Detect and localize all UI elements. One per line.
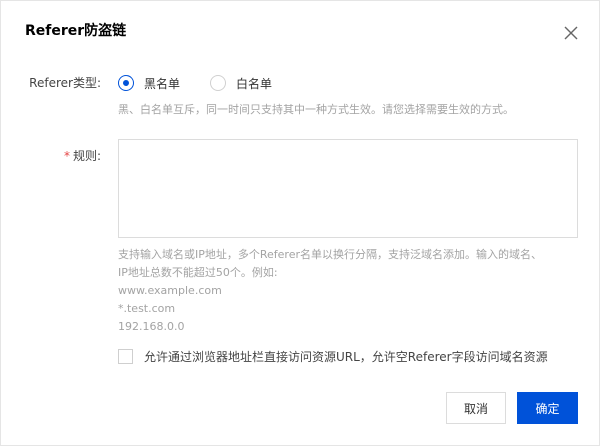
close-icon [564, 26, 578, 40]
rules-textarea[interactable] [118, 139, 578, 238]
rules-label-wrap: * 规则: [21, 147, 101, 165]
close-button[interactable] [563, 25, 579, 41]
dialog-title: Referer防盗链 [25, 23, 127, 39]
rules-hint-line: 支持输入域名或IP地址，多个Referer名单以换行分隔，支持泛域名添加。输入的… [118, 248, 543, 261]
allow-empty-referer-label: 允许通过浏览器地址栏直接访问资源URL，允许空Referer字段访问域名资源 [144, 349, 548, 364]
radio-blacklist-circle[interactable] [118, 75, 134, 91]
allow-empty-referer[interactable]: 允许通过浏览器地址栏直接访问资源URL，允许空Referer字段访问域名资源 [118, 347, 548, 365]
radio-blacklist-label: 黑名单 [144, 76, 181, 91]
rules-hint-example: www.example.com [118, 284, 222, 297]
radio-whitelist[interactable]: 白名单 [210, 74, 272, 92]
required-mark: * [63, 149, 70, 163]
confirm-button[interactable]: 确定 [517, 392, 578, 424]
rules-hint-example: 192.168.0.0 [118, 320, 185, 333]
allow-empty-referer-checkbox[interactable] [118, 348, 133, 364]
radio-whitelist-circle[interactable] [210, 75, 226, 91]
rules-hint-line: IP地址总数不能超过50个。例如: [118, 266, 278, 279]
referer-type-label: Referer类型: [29, 76, 101, 90]
rules-label: 规则: [72, 149, 101, 163]
radio-whitelist-label: 白名单 [236, 76, 273, 91]
referer-dialog: Referer防盗链 Referer类型: 黑名单 白名单 黑、白名单互斥，同一… [0, 0, 600, 446]
radio-blacklist[interactable]: 黑名单 [118, 74, 180, 92]
referer-type-hint: 黑、白名单互斥，同一时间只支持其中一种方式生效。请您选择需要生效的方式。 [118, 103, 514, 116]
cancel-button[interactable]: 取消 [446, 392, 506, 424]
rules-hint: 支持输入域名或IP地址，多个Referer名单以换行分隔，支持泛域名添加。输入的… [118, 246, 578, 336]
rules-hint-example: *.test.com [118, 302, 176, 315]
